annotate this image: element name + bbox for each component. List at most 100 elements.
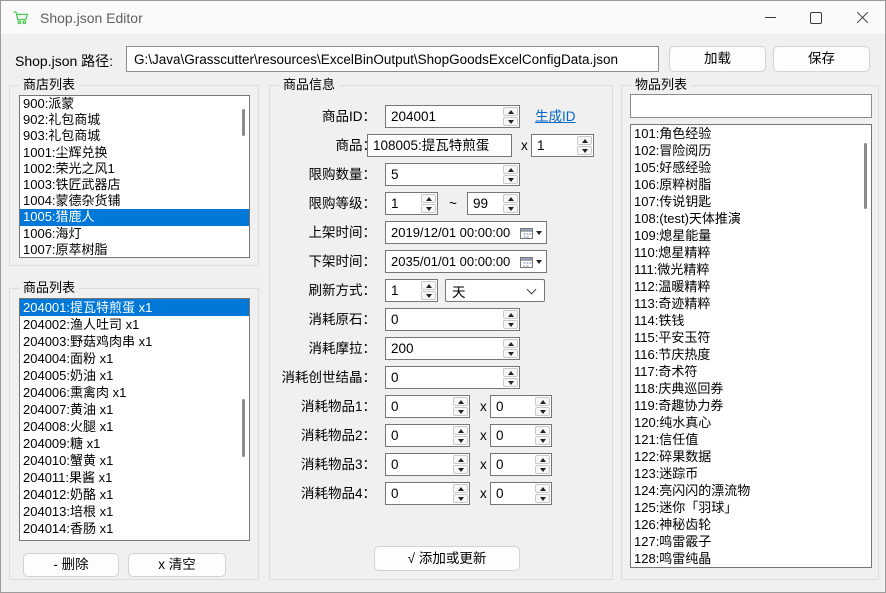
list-item[interactable]: 204001:提瓦特煎蛋 x1 bbox=[20, 299, 249, 316]
refresh-unit-combobox[interactable]: 天 bbox=[445, 279, 545, 302]
list-item[interactable]: 123:迷踪币 bbox=[631, 465, 871, 482]
list-item[interactable]: 124:亮闪闪的漂流物 bbox=[631, 482, 871, 499]
shop-listbox[interactable]: 900:派蒙902:礼包商城903:礼包商城1001:尘辉兑换1002:荣光之风… bbox=[19, 95, 250, 258]
goods-name-input[interactable]: 108005:提瓦特煎蛋 bbox=[367, 134, 512, 157]
cost-item-3-id-spinner[interactable]: 0 bbox=[385, 453, 470, 476]
spin-up-button[interactable] bbox=[503, 107, 518, 116]
spin-up-button[interactable] bbox=[503, 368, 518, 377]
list-item[interactable]: 105:好感经验 bbox=[631, 159, 871, 176]
spin-down-button[interactable] bbox=[503, 175, 518, 184]
spin-down-button[interactable] bbox=[535, 407, 550, 416]
begin-time-picker[interactable]: 2019/12/01 00:00:00 bbox=[385, 221, 547, 244]
spin-down-button[interactable] bbox=[577, 146, 592, 155]
list-item[interactable]: 108:(test)天体推演 bbox=[631, 210, 871, 227]
maximize-button[interactable] bbox=[793, 1, 839, 34]
minimize-button[interactable] bbox=[747, 1, 793, 34]
cost-primogem-spinner[interactable]: 0 bbox=[385, 308, 520, 331]
list-item[interactable]: 204003:野菇鸡肉串 x1 bbox=[20, 333, 249, 350]
spin-up-button[interactable] bbox=[453, 484, 468, 493]
list-item[interactable]: 127:鸣雷霰子 bbox=[631, 533, 871, 550]
list-item[interactable]: 204004:面粉 x1 bbox=[20, 350, 249, 367]
list-item[interactable]: 900:派蒙 bbox=[20, 96, 249, 112]
list-item[interactable]: 1003:铁匠武器店 bbox=[20, 177, 249, 193]
list-item[interactable]: 126:神秘齿轮 bbox=[631, 516, 871, 533]
list-item[interactable]: 204005:奶油 x1 bbox=[20, 367, 249, 384]
list-item[interactable]: 1004:蒙德杂货铺 bbox=[20, 193, 249, 209]
spin-down-button[interactable] bbox=[453, 436, 468, 445]
list-item[interactable]: 115:平安玉符 bbox=[631, 329, 871, 346]
list-item[interactable]: 902:礼包商城 bbox=[20, 112, 249, 128]
cost-mora-spinner[interactable]: 200 bbox=[385, 337, 520, 360]
goods-count-spinner[interactable]: 1 bbox=[531, 134, 594, 157]
list-item[interactable]: 204008:火腿 x1 bbox=[20, 418, 249, 435]
load-button[interactable]: 加载 bbox=[669, 46, 766, 72]
spin-up-button[interactable] bbox=[453, 455, 468, 464]
cost-item-1-count-spinner[interactable]: 0 bbox=[490, 395, 552, 418]
spin-down-button[interactable] bbox=[453, 494, 468, 503]
save-button[interactable]: 保存 bbox=[773, 46, 870, 72]
list-item[interactable]: 112:温暖精粹 bbox=[631, 278, 871, 295]
spin-up-button[interactable] bbox=[453, 397, 468, 406]
list-item[interactable]: 125:迷你「羽球」 bbox=[631, 499, 871, 516]
refresh-value-spinner[interactable]: 1 bbox=[385, 279, 438, 302]
spin-down-button[interactable] bbox=[535, 465, 550, 474]
list-item[interactable]: 204009:糖 x1 bbox=[20, 435, 249, 452]
list-item[interactable]: 204012:奶酪 x1 bbox=[20, 486, 249, 503]
spin-down-button[interactable] bbox=[535, 494, 550, 503]
list-item[interactable]: 1005:猎鹿人 bbox=[20, 209, 249, 225]
list-item[interactable]: 101:角色经验 bbox=[631, 125, 871, 142]
spin-down-button[interactable] bbox=[535, 436, 550, 445]
scrollbar-thumb[interactable] bbox=[242, 109, 245, 136]
cost-item-1-id-spinner[interactable]: 0 bbox=[385, 395, 470, 418]
limit-count-spinner[interactable]: 5 bbox=[385, 163, 520, 186]
list-item[interactable]: 1001:尘辉兑换 bbox=[20, 145, 249, 161]
item-search-input[interactable] bbox=[630, 94, 872, 118]
list-item[interactable]: 204014:香肠 x1 bbox=[20, 520, 249, 537]
list-item[interactable]: 114:铁钱 bbox=[631, 312, 871, 329]
spin-up-button[interactable] bbox=[421, 281, 436, 290]
list-item[interactable]: 120:纯水真心 bbox=[631, 414, 871, 431]
clear-button[interactable]: x 清空 bbox=[128, 553, 226, 577]
list-item[interactable]: 204002:渔人吐司 x1 bbox=[20, 316, 249, 333]
list-item[interactable]: 109:熄星能量 bbox=[631, 227, 871, 244]
scrollbar-thumb[interactable] bbox=[864, 143, 867, 209]
list-item[interactable]: 118:庆典巡回券 bbox=[631, 380, 871, 397]
list-item[interactable]: 128:鸣雷纯晶 bbox=[631, 550, 871, 567]
dropdown-arrow-icon[interactable] bbox=[536, 231, 542, 235]
scrollbar-thumb[interactable] bbox=[242, 399, 245, 457]
spin-up-button[interactable] bbox=[535, 426, 550, 435]
level-min-spinner[interactable]: 1 bbox=[385, 192, 438, 215]
spin-down-button[interactable] bbox=[453, 407, 468, 416]
end-time-picker[interactable]: 2035/01/01 00:00:00 bbox=[385, 250, 547, 273]
list-item[interactable]: 204007:黄油 x1 bbox=[20, 401, 249, 418]
list-item[interactable]: 903:礼包商城 bbox=[20, 128, 249, 144]
cost-item-2-id-spinner[interactable]: 0 bbox=[385, 424, 470, 447]
list-item[interactable]: 1002:荣光之风1 bbox=[20, 161, 249, 177]
spin-down-button[interactable] bbox=[503, 378, 518, 387]
level-max-spinner[interactable]: 99 bbox=[467, 192, 520, 215]
spin-down-button[interactable] bbox=[453, 465, 468, 474]
spin-up-button[interactable] bbox=[503, 194, 518, 203]
list-item[interactable]: 110:熄星精粹 bbox=[631, 244, 871, 261]
spin-up-button[interactable] bbox=[577, 136, 592, 145]
cost-crystal-spinner[interactable]: 0 bbox=[385, 366, 520, 389]
goods-id-spinner[interactable]: 204001 bbox=[385, 105, 520, 128]
item-listbox[interactable]: 101:角色经验102:冒险阅历105:好感经验106:原粹树脂107:传说钥匙… bbox=[630, 124, 872, 568]
cost-item-3-count-spinner[interactable]: 0 bbox=[490, 453, 552, 476]
path-input[interactable] bbox=[126, 46, 659, 72]
list-item[interactable]: 1006:海灯 bbox=[20, 226, 249, 242]
list-item[interactable]: 102:冒险阅历 bbox=[631, 142, 871, 159]
spin-down-button[interactable] bbox=[421, 204, 436, 213]
spin-up-button[interactable] bbox=[453, 426, 468, 435]
list-item[interactable]: 204013:培根 x1 bbox=[20, 503, 249, 520]
spin-down-button[interactable] bbox=[503, 204, 518, 213]
spin-down-button[interactable] bbox=[503, 349, 518, 358]
spin-up-button[interactable] bbox=[503, 165, 518, 174]
spin-up-button[interactable] bbox=[535, 484, 550, 493]
list-item[interactable]: 121:信任值 bbox=[631, 431, 871, 448]
spin-down-button[interactable] bbox=[503, 117, 518, 126]
spin-up-button[interactable] bbox=[503, 310, 518, 319]
cost-item-4-id-spinner[interactable]: 0 bbox=[385, 482, 470, 505]
list-item[interactable]: 106:原粹树脂 bbox=[631, 176, 871, 193]
list-item[interactable]: 113:奇迹精粹 bbox=[631, 295, 871, 312]
